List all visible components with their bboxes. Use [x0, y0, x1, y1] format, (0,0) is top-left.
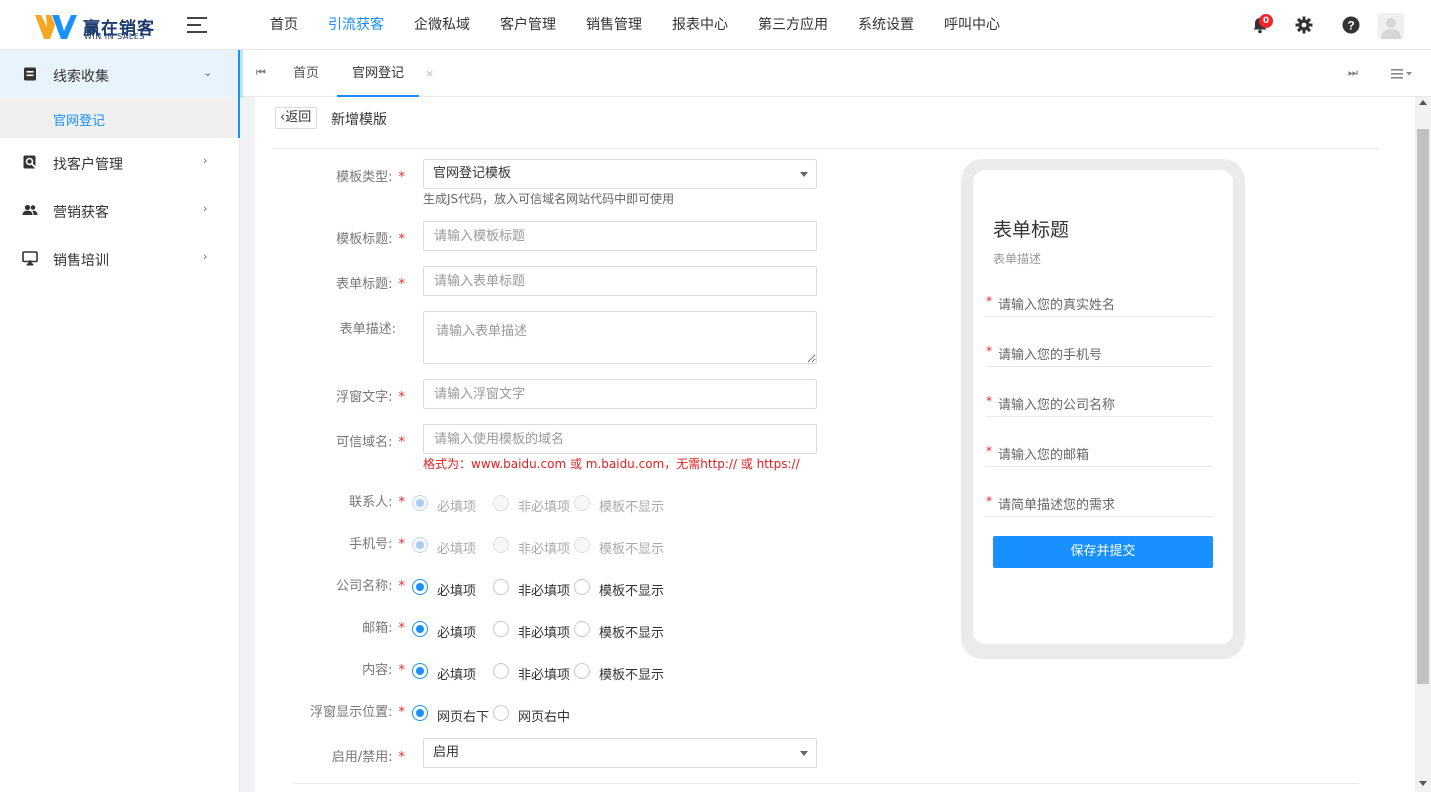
sidebar-item-lead-collection[interactable]: 线索收集 ⌄ — [0, 50, 240, 98]
sidebar-item-label: 找客户管理 — [53, 157, 123, 173]
template-type-hint: 生成JS代码，放入可信域名网站代码中即可使用 — [423, 192, 675, 206]
top-header: 赢在销客 WIN IN SALES 首页 引流获客 企微私域 客户管理 销售管理… — [0, 0, 1431, 50]
trusted-domain-format-hint: 格式为：www.baidu.com 或 m.baidu.com，无需http:/… — [423, 457, 800, 471]
phone-preview: 表单标题 表单描述 * 请输入您的真实姓名 * 请输入您的手机号 * 请输入您的公司名… — [961, 159, 1245, 659]
logo-mark-icon — [35, 15, 77, 39]
avatar[interactable] — [1378, 13, 1404, 39]
preview-form-title: 表单标题 — [993, 219, 1070, 241]
float-text-input[interactable] — [423, 379, 817, 409]
main-content: ‹返回 新增模版 模板类型: * 官网登记模板 生成JS代码，放入可信域名网站代码… — [255, 97, 1415, 792]
sidebar: 线索收集 ⌄ 官网登记 找客户管理 › 营销获客 › 销售培训 › — [0, 50, 240, 792]
training-screen-icon — [22, 251, 38, 266]
page-title: 新增模版 — [331, 112, 387, 128]
nav-home[interactable]: 首页 — [255, 0, 313, 50]
nav-lead-acquisition[interactable]: 引流获客 — [313, 0, 399, 50]
menu-toggle-icon[interactable] — [187, 16, 209, 34]
tab-close-icon[interactable]: × — [425, 67, 434, 80]
tabs-accent — [240, 50, 243, 97]
users-icon — [22, 204, 38, 215]
divider — [294, 783, 1359, 784]
template-type-select[interactable]: 官网登记模板 — [423, 159, 817, 189]
gear-icon[interactable] — [1294, 15, 1314, 35]
form-desc-label: 表单描述: — [339, 322, 396, 337]
enable-value: 启用 — [433, 745, 460, 760]
tabs-scroll-right-icon[interactable]: ⏭ — [1348, 66, 1358, 80]
trusted-domain-label: 可信域名: * — [336, 435, 405, 450]
sidebar-item-find-customer[interactable]: 找客户管理 › — [0, 138, 240, 186]
user-avatar-icon — [1381, 18, 1401, 39]
float-position-label: 浮窗显示位置: * — [310, 705, 405, 720]
search-doc-icon — [23, 155, 37, 169]
sidebar-subitem-website-register[interactable]: 官网登记 — [0, 98, 240, 138]
clipboard-icon — [24, 67, 36, 81]
enable-select[interactable]: 启用 — [423, 738, 817, 768]
sidebar-item-label: 销售培训 — [53, 253, 109, 269]
preview-field-email: * 请输入您的邮箱 — [986, 441, 1213, 467]
nav-reports[interactable]: 报表中心 — [657, 0, 743, 50]
tabs-scroll-left-icon[interactable]: ⏮ — [256, 66, 266, 80]
divider — [274, 148, 1379, 149]
nav-third-party[interactable]: 第三方应用 — [743, 0, 843, 50]
brand-logo[interactable]: 赢在销客 WIN IN SALES — [34, 12, 164, 42]
sidebar-item-label: 营销获客 — [53, 205, 109, 221]
phone-label: 手机号: * — [349, 537, 405, 552]
back-button-label: 返回 — [285, 110, 312, 125]
enable-label: 启用/禁用: * — [331, 750, 405, 765]
content-label: 内容: * — [362, 663, 405, 678]
nav-customer-mgmt[interactable]: 客户管理 — [485, 0, 571, 50]
scroll-thumb[interactable] — [1417, 129, 1429, 684]
nav-sales-mgmt[interactable]: 销售管理 — [571, 0, 657, 50]
template-type-value: 官网登记模板 — [433, 166, 512, 181]
email-label: 邮箱: * — [362, 621, 405, 636]
tab-website-register[interactable]: 官网登记 — [337, 50, 420, 97]
float-text-label: 浮窗文字: * — [336, 390, 405, 405]
caret-down-icon — [800, 172, 808, 177]
template-title-label: 模板标题: * — [336, 232, 405, 247]
scroll-up-arrow-icon[interactable] — [1419, 100, 1427, 105]
brand-subtitle: WIN IN SALES — [84, 32, 145, 41]
chevron-right-icon: › — [203, 154, 208, 167]
sidebar-subitem-label: 官网登记 — [53, 114, 106, 129]
preview-field-company: * 请输入您的公司名称 — [986, 391, 1213, 417]
form-title-input[interactable] — [423, 266, 817, 296]
tabs-menu-icon[interactable] — [1391, 68, 1415, 80]
page-scrollbar[interactable] — [1415, 97, 1431, 792]
sidebar-item-marketing[interactable]: 营销获客 › — [0, 186, 240, 234]
svg-text:?: ? — [1347, 19, 1354, 33]
form-desc-textarea[interactable] — [423, 311, 817, 364]
nav-call-center[interactable]: 呼叫中心 — [929, 0, 1015, 50]
notification-badge: 0 — [1259, 14, 1273, 28]
chevron-right-icon: › — [203, 250, 208, 263]
sidebar-item-sales-training[interactable]: 销售培训 › — [0, 234, 240, 282]
tabs-bar: ⏮ 首页 官网登记 × ⏭ — [240, 50, 1431, 97]
company-label: 公司名称: * — [336, 579, 405, 594]
nav-wecom-private[interactable]: 企微私域 — [399, 0, 485, 50]
phone-preview-screen: 表单标题 表单描述 * 请输入您的真实姓名 * 请输入您的手机号 * 请输入您的公司名… — [973, 170, 1233, 644]
preview-submit-button[interactable]: 保存并提交 — [993, 536, 1213, 568]
preview-field-name: * 请输入您的真实姓名 — [986, 291, 1213, 317]
moon-icon[interactable] — [1203, 15, 1223, 35]
preview-field-phone: * 请输入您的手机号 — [986, 341, 1213, 367]
main-nav: 首页 引流获客 企微私域 客户管理 销售管理 报表中心 第三方应用 系统设置 呼… — [255, 0, 1015, 50]
chevron-down-icon: ⌄ — [203, 66, 213, 79]
preview-field-needs: * 请简单描述您的需求 — [986, 491, 1213, 517]
tab-home[interactable]: 首页 — [293, 50, 319, 97]
template-type-label: 模板类型: * — [336, 170, 405, 185]
form-title-label: 表单标题: * — [336, 277, 405, 292]
scroll-down-arrow-icon[interactable] — [1419, 781, 1427, 786]
back-button[interactable]: ‹返回 — [275, 107, 318, 129]
trusted-domain-input[interactable] — [423, 424, 817, 454]
preview-form-desc: 表单描述 — [993, 252, 1042, 266]
help-icon[interactable]: ? — [1341, 15, 1361, 35]
chevron-right-icon: › — [203, 202, 208, 215]
contact-label: 联系人: * — [349, 495, 405, 510]
template-title-input[interactable] — [423, 221, 817, 251]
nav-settings[interactable]: 系统设置 — [843, 0, 929, 50]
caret-down-icon — [800, 751, 808, 756]
sidebar-item-label: 线索收集 — [53, 69, 109, 85]
